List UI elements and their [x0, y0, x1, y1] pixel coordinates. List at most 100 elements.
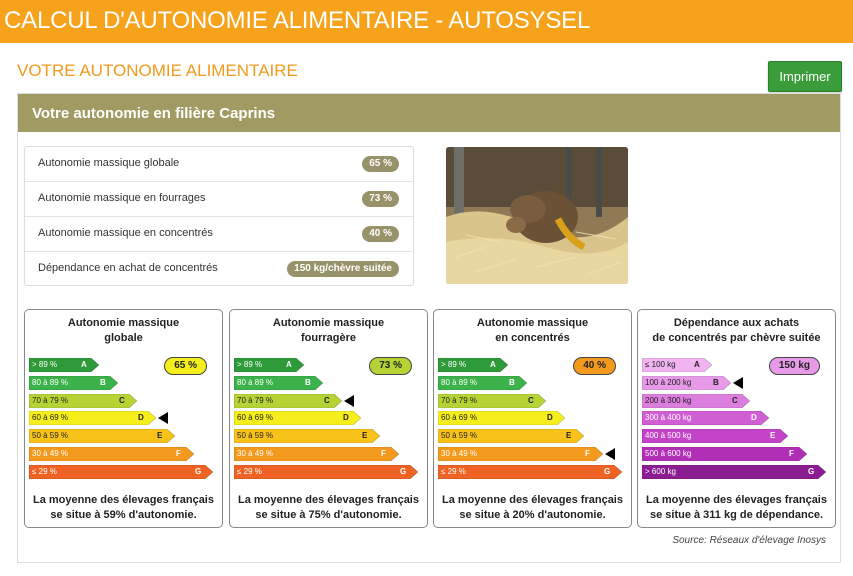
- card-foot-line: La moyenne des élevages français: [33, 494, 214, 506]
- scale-bar: 300 à 400 kg D: [642, 411, 769, 425]
- scale-bar-label: > 89 %: [32, 360, 58, 369]
- scale-bar-label: 30 à 49 %: [237, 449, 274, 458]
- scale-bar: 80 à 89 % B: [234, 376, 323, 390]
- scale-bar: 70 à 79 % C: [29, 394, 137, 408]
- card-title-line: de concentrés par chèvre suitée: [652, 332, 821, 344]
- stat-value-badge: 40 %: [362, 226, 399, 242]
- current-level-marker: [733, 377, 743, 389]
- panel-header: Votre autonomie en filière Caprins: [18, 94, 840, 132]
- scale-bar: 100 à 200 kg B: [642, 376, 731, 390]
- scale-bar-label: > 89 %: [441, 360, 467, 369]
- scale-bar: 500 à 600 kg F: [642, 447, 807, 461]
- scale-bar-label: 30 à 49 %: [32, 449, 69, 458]
- print-button[interactable]: Imprimer: [768, 61, 842, 92]
- energy-scale: > 89 % A 80 à 89 % B 70 à 79 % C 60 à 69 % D 50 …: [438, 357, 628, 483]
- scale-bar: ≤ 29 % G: [29, 465, 213, 479]
- scale-bar: 60 à 69 % D: [234, 411, 361, 425]
- scale-bar-label: ≤ 100 kg: [645, 360, 676, 369]
- scale-bar: 30 à 49 % F: [234, 447, 399, 461]
- card-title: Autonomie massique globale: [25, 316, 222, 346]
- scale-bar-label: 60 à 69 %: [237, 413, 274, 422]
- scale-bar-label: 300 à 400 kg: [645, 413, 692, 422]
- scale-bar-letter: C: [732, 396, 738, 405]
- scale-bar-letter: B: [100, 378, 106, 387]
- card-foot-line: La moyenne des élevages français: [442, 494, 623, 506]
- scale-bar-letter: A: [286, 360, 292, 369]
- card-title: Autonomie massique fourragère: [230, 316, 427, 346]
- panel-title: Votre autonomie en filière Caprins: [32, 105, 276, 122]
- stat-label: Autonomie massique globale: [38, 157, 180, 169]
- scale-bar: > 89 % A: [438, 358, 508, 372]
- scale-bar: ≤ 100 kg A: [642, 358, 712, 372]
- stat-row: Autonomie massique en concentrés 40 %: [25, 217, 413, 252]
- card-foot-line: se situe à 59% d'autonomie.: [50, 509, 197, 521]
- scale-bar-letter: G: [400, 467, 407, 476]
- scale-bar-label: 80 à 89 %: [32, 378, 69, 387]
- scale-bar-label: 100 à 200 kg: [645, 378, 692, 387]
- scale-bar-letter: E: [362, 431, 368, 440]
- stat-row: Dépendance en achat de concentrés 150 kg…: [25, 252, 413, 287]
- card-title: Dépendance aux achats de concentrés par …: [638, 316, 835, 346]
- scale-bar: ≤ 29 % G: [438, 465, 622, 479]
- stat-row: Autonomie massique globale 65 %: [25, 147, 413, 182]
- results-panel: Votre autonomie en filière Caprins Auton…: [17, 93, 841, 563]
- source-note: Source: Réseaux d'élevage Inosys: [672, 535, 826, 546]
- scale-bar-label: > 600 kg: [645, 467, 676, 476]
- card-value-badge: 40 %: [573, 357, 616, 375]
- scale-bar-letter: F: [789, 449, 794, 458]
- scale-bar-letter: E: [566, 431, 572, 440]
- scale-bar-label: 50 à 59 %: [32, 431, 69, 440]
- card-footnote: La moyenne des élevages français se situ…: [434, 493, 631, 523]
- card-value-badge: 73 %: [369, 357, 412, 375]
- scale-bar-label: ≤ 29 %: [32, 467, 57, 476]
- scale-bar-letter: A: [694, 360, 700, 369]
- scale-bar-letter: D: [547, 413, 553, 422]
- scale-bar: 80 à 89 % B: [438, 376, 527, 390]
- card-footnote: La moyenne des élevages français se situ…: [230, 493, 427, 523]
- card-title-line: Dépendance aux achats: [673, 317, 800, 329]
- scale-bar-label: 70 à 79 %: [32, 396, 69, 405]
- card-value-badge: 65 %: [164, 357, 207, 375]
- stat-row: Autonomie massique en fourrages 73 %: [25, 182, 413, 217]
- card-title-line: Autonomie massique: [476, 317, 589, 329]
- scale-bar-label: 60 à 69 %: [441, 413, 478, 422]
- card-autonomie-fourragere: Autonomie massique fourragère > 89 % A 80 …: [229, 309, 428, 528]
- energy-scale: > 89 % A 80 à 89 % B 70 à 79 % C 60 à 69 % D 50 …: [29, 357, 219, 483]
- scale-bar-letter: G: [195, 467, 202, 476]
- app-title: CALCUL D'AUTONOMIE ALIMENTAIRE - AUTOSYS…: [4, 7, 591, 34]
- scale-bar-label: 50 à 59 %: [237, 431, 274, 440]
- scale-bar-letter: B: [305, 378, 311, 387]
- scale-bar: 30 à 49 % F: [29, 447, 194, 461]
- stat-value-badge: 73 %: [362, 191, 399, 207]
- page-subtitle: VOTRE AUTONOMIE ALIMENTAIRE: [17, 61, 298, 80]
- scale-bar-letter: A: [81, 360, 87, 369]
- card-title-line: Autonomie massique: [272, 317, 385, 329]
- scale-bar-letter: C: [324, 396, 330, 405]
- scale-bar: 70 à 79 % C: [234, 394, 342, 408]
- app-header: CALCUL D'AUTONOMIE ALIMENTAIRE - AUTOSYS…: [0, 0, 853, 43]
- card-title-line: en concentrés: [495, 332, 570, 344]
- scale-bar-label: 30 à 49 %: [441, 449, 478, 458]
- scale-bar: 60 à 69 % D: [438, 411, 565, 425]
- card-footnote: La moyenne des élevages français se situ…: [638, 493, 835, 523]
- energy-scale: > 89 % A 80 à 89 % B 70 à 79 % C 60 à 69 % D 50 …: [234, 357, 424, 483]
- goat-photo: [446, 147, 628, 284]
- stats-list: Autonomie massique globale 65 % Autonomi…: [24, 146, 414, 286]
- card-foot-line: se situe à 20% d'autonomie.: [459, 509, 606, 521]
- scale-bar-letter: C: [528, 396, 534, 405]
- current-level-marker: [605, 448, 615, 460]
- card-title: Autonomie massique en concentrés: [434, 316, 631, 346]
- scale-bar: > 89 % A: [234, 358, 304, 372]
- scale-bar: > 89 % A: [29, 358, 99, 372]
- scale-bar-label: 50 à 59 %: [441, 431, 478, 440]
- scale-bar: 400 à 500 kg E: [642, 429, 788, 443]
- scale-bar: 80 à 89 % B: [29, 376, 118, 390]
- stat-label: Autonomie massique en concentrés: [38, 227, 213, 239]
- scale-bar-letter: F: [176, 449, 181, 458]
- scale-bar: 200 à 300 kg C: [642, 394, 750, 408]
- scale-bar-label: 60 à 69 %: [32, 413, 69, 422]
- scale-bar-letter: B: [713, 378, 719, 387]
- scale-bar-letter: B: [509, 378, 515, 387]
- scale-bar-label: ≤ 29 %: [441, 467, 466, 476]
- scale-bar: 50 à 59 % E: [438, 429, 584, 443]
